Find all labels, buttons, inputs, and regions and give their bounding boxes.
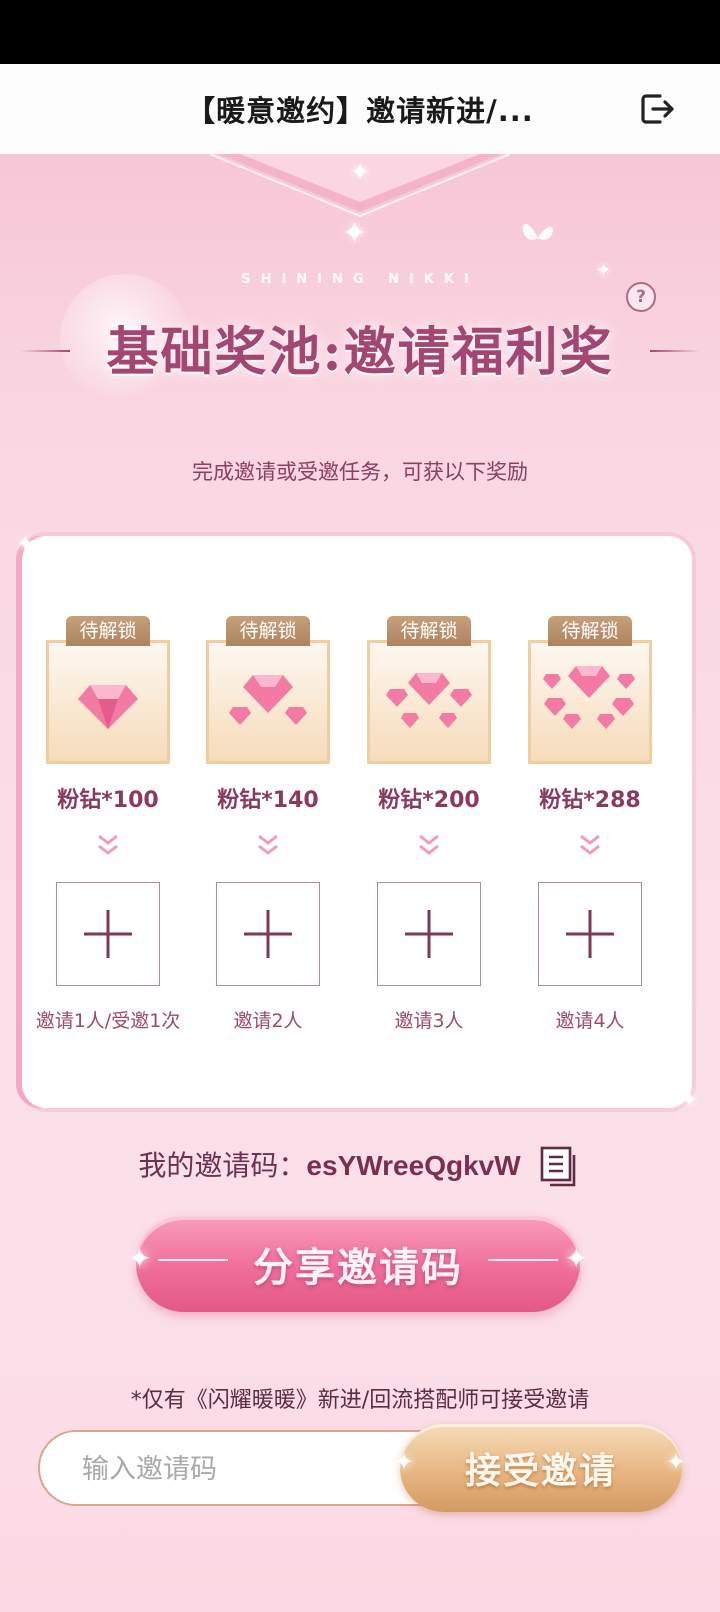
invite-slot[interactable]	[538, 882, 642, 986]
task-requirement: 邀请1人/受邀1次	[35, 1010, 181, 1032]
share-invite-code-button[interactable]: ✦ 分享邀请码 ✦	[128, 1216, 588, 1312]
locked-status-badge: 待解锁	[226, 616, 310, 646]
three-pink-diamonds-icon	[229, 675, 307, 725]
invite-code-value: esYWreeQgkvW	[306, 1150, 521, 1181]
sparkle-icon: ✦	[342, 216, 368, 251]
page-title: 【暖意邀约】邀请新进/...	[186, 94, 534, 128]
locked-status-badge: 待解锁	[548, 616, 632, 646]
reward-card: 待解锁 粉钻*100 邀请1人/受邀1次 待解锁 粉钻*140 邀请2人 待解锁…	[22, 536, 692, 1108]
chevron-down-icon	[419, 834, 439, 855]
five-pink-diamonds-icon	[386, 673, 472, 728]
plus-icon	[405, 910, 453, 958]
eligibility-notice: *仅有《闪耀暖暖》新进/回流搭配师可接受邀请	[130, 1388, 590, 1413]
accept-button-label: 接受邀请	[464, 1450, 617, 1492]
plus-icon	[84, 910, 132, 958]
reward-description: 完成邀请或受邀任务，可获以下奖励	[192, 460, 528, 484]
reward-box[interactable]	[206, 640, 330, 764]
sparkle-icon: ✦	[680, 1088, 699, 1113]
sparkle-icon: ✦	[564, 1242, 588, 1275]
help-icon[interactable]: ?	[626, 282, 656, 312]
single-pink-diamond-icon	[78, 685, 138, 729]
invite-code-row: 我的邀请码：esYWreeQgkvW	[0, 1144, 720, 1189]
butterfly-icon	[522, 224, 553, 240]
invite-code-input[interactable]	[80, 1432, 424, 1506]
invite-code-label: 我的邀请码：	[138, 1149, 307, 1182]
invite-event-page: ✦ ✦ ✦ SHINING NIKKI ? 基础奖池:邀请福利奖 完成邀请或受邀…	[0, 154, 720, 1612]
exit-icon[interactable]	[636, 88, 678, 130]
reward-box[interactable]	[528, 640, 652, 764]
plus-icon	[566, 910, 614, 958]
sparkle-icon: ✦	[665, 1448, 686, 1476]
title-divider-right	[650, 350, 700, 352]
chevron-down-icon	[258, 834, 278, 855]
status-bar	[0, 0, 720, 64]
copy-icon[interactable]	[538, 1145, 582, 1189]
invite-slot[interactable]	[377, 882, 481, 986]
reward-box[interactable]	[367, 640, 491, 764]
nav-bar: 【暖意邀约】邀请新进/...	[0, 64, 720, 154]
sparkle-icon: ✦	[394, 1448, 415, 1476]
locked-status-badge: 待解锁	[387, 616, 471, 646]
invite-slot[interactable]	[216, 882, 320, 986]
many-pink-diamonds-icon	[543, 666, 635, 729]
task-requirement: 邀请3人	[394, 1010, 464, 1032]
invite-slot[interactable]	[56, 882, 160, 986]
reward-box[interactable]	[46, 640, 170, 764]
reward-amount: 粉钻*140	[217, 788, 319, 813]
button-decoration	[158, 1259, 228, 1261]
locked-status-badge: 待解锁	[66, 616, 150, 646]
plus-icon	[244, 910, 292, 958]
sparkle-icon: ✦	[16, 532, 35, 557]
chevron-down-icon	[98, 834, 118, 855]
accept-invite-button[interactable]: ✦ 接受邀请 ✦	[394, 1424, 686, 1512]
chevron-down-icon	[580, 834, 600, 855]
reward-pool-title: 基础奖池:邀请福利奖	[106, 322, 614, 383]
task-requirement: 邀请4人	[555, 1010, 625, 1032]
reward-amount: 粉钻*100	[57, 788, 159, 813]
reward-amount: 粉钻*288	[539, 788, 641, 813]
brand-watermark: SHINING NIKKI	[241, 272, 479, 287]
task-requirement: 邀请2人	[233, 1010, 303, 1032]
sparkle-icon: ✦	[350, 158, 371, 186]
share-button-label: 分享邀请码	[253, 1244, 463, 1291]
button-decoration	[488, 1259, 558, 1261]
sparkle-icon: ✦	[128, 1242, 152, 1275]
reward-amount: 粉钻*200	[378, 788, 480, 813]
